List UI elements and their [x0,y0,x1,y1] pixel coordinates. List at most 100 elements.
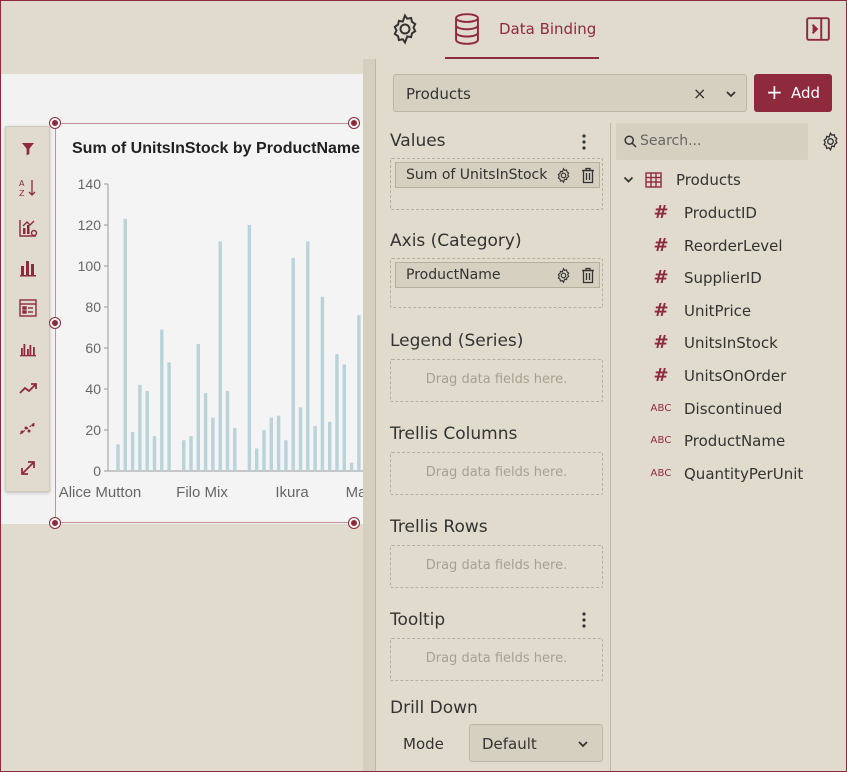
clear-icon[interactable]: × [693,84,706,103]
bar[interactable] [189,436,193,471]
bar[interactable] [313,425,317,471]
axis-field-chip[interactable]: ProductName [395,262,600,288]
bar[interactable] [218,241,222,471]
bar[interactable] [320,296,325,471]
numeric-field-icon: # [653,202,669,223]
scatter-trend-icon[interactable] [17,417,39,439]
bar[interactable] [276,415,281,471]
bar[interactable] [211,417,215,471]
y-tick-label: 140 [78,176,102,192]
bar[interactable] [291,257,295,471]
chevron-down-icon[interactable] [576,737,590,751]
add-button[interactable]: + Add [754,74,832,112]
field-item[interactable]: # UnitsInStock [650,332,840,354]
bar[interactable] [328,421,332,471]
mode-value: Default [482,735,537,753]
expand-icon[interactable] [17,457,39,479]
bar[interactable] [269,417,273,471]
resize-handle-bottom-left[interactable] [50,518,60,528]
search-icon [624,135,637,148]
bar[interactable] [203,393,208,471]
tab-data-binding[interactable]: Data Binding [499,20,596,38]
resize-handle-top-left[interactable] [50,118,60,128]
table-icon [645,172,662,188]
bar[interactable] [233,427,237,471]
bar-chart-icon[interactable] [17,257,39,279]
field-item[interactable]: # UnitPrice [650,300,840,322]
card-layout-icon[interactable] [17,297,39,319]
bar[interactable] [335,354,339,471]
chart-settings-icon[interactable] [17,217,39,239]
data-source-value: Products [406,85,471,103]
plus-icon: + [766,80,783,104]
resize-handle-left[interactable] [50,318,60,328]
bar[interactable] [196,343,200,471]
values-more-icon[interactable] [578,133,590,151]
chevron-down-icon[interactable] [724,87,738,101]
tooltip-more-icon[interactable] [578,611,590,629]
field-item[interactable]: # UnitsOnOrder [650,365,840,387]
bar[interactable] [255,448,259,471]
mode-select[interactable]: Default [469,724,603,762]
field-item[interactable]: # ProductID [650,202,840,224]
gear-icon[interactable] [820,131,841,152]
resize-handle-top-right[interactable] [349,118,359,128]
bar[interactable] [342,364,346,471]
resize-handle-bottom-right[interactable] [349,518,359,528]
sort-az-icon[interactable]: A Z [17,177,39,199]
field-search-input[interactable] [640,131,800,151]
trellis-columns-dropzone-hint: Drag data fields here. [425,465,568,480]
tooltip-dropzone[interactable]: Drag data fields here. [390,638,603,681]
trellis-rows-dropzone[interactable]: Drag data fields here. [390,545,603,588]
bar[interactable] [357,315,361,471]
gear-icon[interactable] [388,12,422,46]
field-item-label: SupplierID [684,269,762,288]
splitter-line [375,59,376,771]
bar[interactable] [130,432,135,471]
y-tick-label: 60 [85,340,101,356]
bar[interactable] [116,444,120,471]
gear-icon[interactable] [555,167,572,184]
bar[interactable] [284,440,288,471]
bar[interactable] [145,391,149,471]
bar[interactable] [262,430,266,471]
filter-icon[interactable] [17,138,39,160]
field-item[interactable]: # ReorderLevel [650,235,840,257]
axis-dropzone[interactable]: ProductName [390,258,603,308]
bar[interactable] [138,384,142,471]
bar[interactable] [167,362,171,471]
tree-root-products[interactable]: Products [676,171,741,189]
trellis-columns-dropzone[interactable]: Drag data fields here. [390,452,603,495]
chart-widget[interactable]: Sum of UnitsInStock by ProductName 0 20 40… [56,124,363,522]
text-field-icon: ABC [650,435,672,447]
values-dropzone[interactable]: Sum of UnitsInStock [390,158,603,210]
trend-line-icon[interactable] [17,377,39,399]
panel-collapse-icon[interactable] [805,16,831,42]
bar[interactable] [152,436,157,471]
panel-splitter[interactable] [363,59,375,771]
bar[interactable] [182,440,186,471]
field-item[interactable]: ABC QuantityPerUnit [650,463,840,485]
field-item[interactable]: # SupplierID [650,267,840,289]
field-item[interactable]: ABC ProductName [650,430,840,452]
gear-icon[interactable] [555,267,572,284]
grouped-bars-icon[interactable] [17,337,39,359]
field-item-label: ProductID [684,204,757,222]
bar[interactable] [298,407,303,471]
data-source-select[interactable]: Products × [393,74,747,112]
values-field-chip[interactable]: Sum of UnitsInStock [395,162,600,188]
field-item[interactable]: ABC Discontinued [650,398,840,420]
chevron-down-icon[interactable] [622,173,635,186]
field-search-box[interactable] [616,123,808,160]
bar[interactable] [160,329,164,471]
bar[interactable] [225,391,230,471]
field-item-label: ProductName [684,432,786,451]
bar[interactable] [123,218,127,471]
bar[interactable] [306,241,310,471]
bar[interactable] [349,462,354,471]
legend-dropzone[interactable]: Drag data fields here. [390,359,603,402]
trash-icon[interactable] [581,267,595,284]
bar[interactable] [247,225,252,471]
trash-icon[interactable] [581,167,595,184]
database-icon[interactable] [452,12,482,46]
